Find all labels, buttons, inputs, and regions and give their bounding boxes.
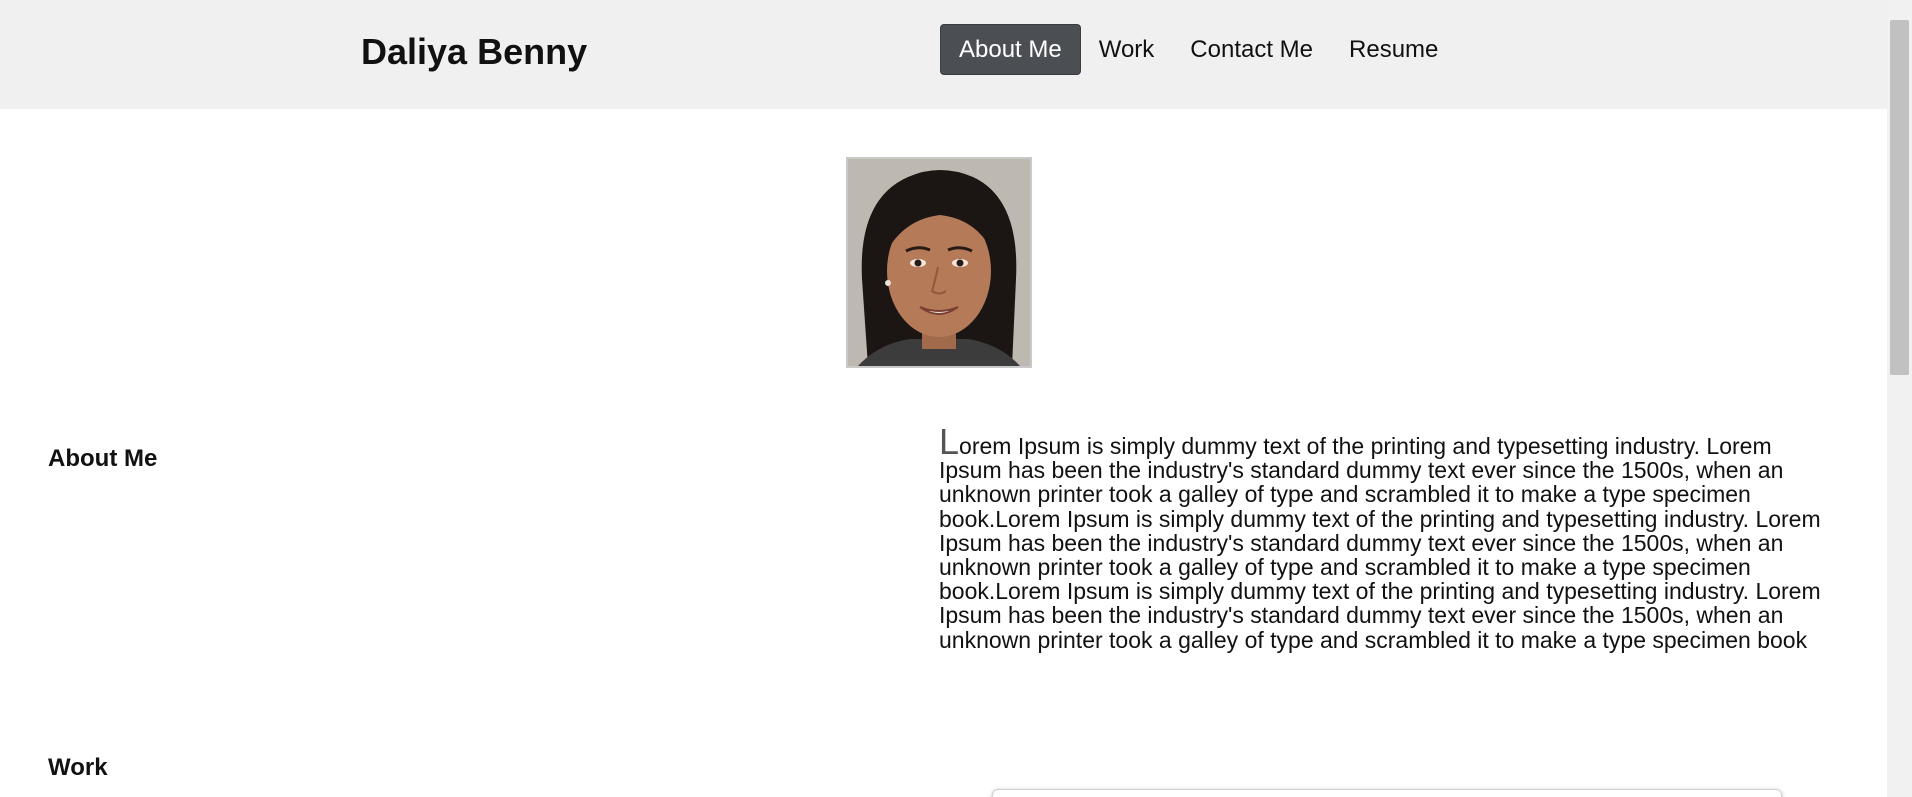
work-card[interactable] — [992, 789, 1782, 797]
nav-item-contact-me[interactable]: Contact Me — [1172, 25, 1331, 74]
profile-photo — [846, 157, 1032, 368]
work-heading: Work — [48, 753, 108, 781]
scrollbar-thumb[interactable] — [1890, 20, 1909, 375]
about-me-body: orem Ipsum is simply dummy text of the p… — [939, 433, 1821, 653]
nav-item-about-me[interactable]: About Me — [940, 24, 1081, 75]
site-title[interactable]: Daliya Benny — [361, 31, 587, 73]
drop-cap: L — [939, 421, 960, 462]
nav-item-resume[interactable]: Resume — [1331, 25, 1456, 74]
page-viewport: Daliya Benny About Me Work Contact Me Re… — [0, 0, 1887, 797]
main-nav: About Me Work Contact Me Resume — [940, 24, 1456, 75]
profile-photo-image — [848, 159, 1030, 366]
about-me-heading: About Me — [48, 444, 158, 472]
vertical-scrollbar[interactable] — [1887, 0, 1912, 797]
site-header: Daliya Benny About Me Work Contact Me Re… — [0, 0, 1887, 109]
nav-item-work[interactable]: Work — [1081, 25, 1173, 74]
about-me-text: Lorem Ipsum is simply dummy text of the … — [939, 424, 1824, 653]
